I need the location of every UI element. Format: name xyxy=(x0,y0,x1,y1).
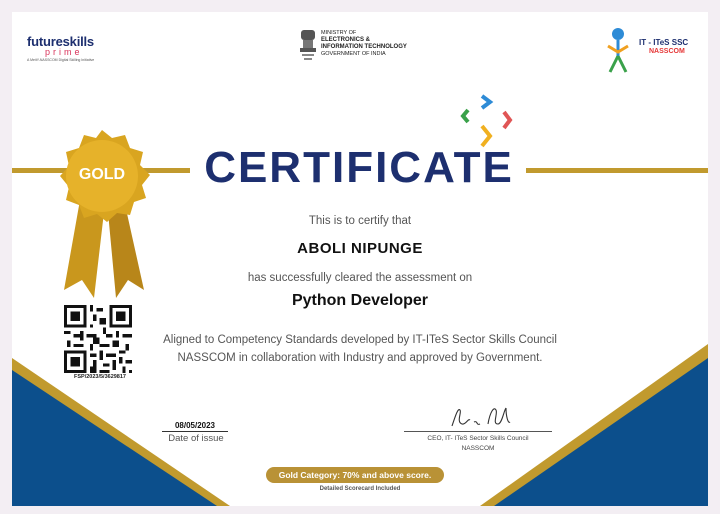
ssc-line-2: NASSCOM xyxy=(649,48,685,55)
ssc-line-1: IT - ITeS SSC xyxy=(639,38,689,47)
issue-date-label: Date of issue xyxy=(168,433,224,444)
certify-text: This is to certify that xyxy=(308,215,412,227)
ministry-logo: MINISTRY OF ELECTRONICS & INFORMATION TE… xyxy=(298,28,428,68)
cleared-text: has successfully cleared the assessment … xyxy=(247,272,473,284)
date-underline xyxy=(162,431,228,432)
ceo-signature xyxy=(451,407,511,427)
ministry-line-1: MINISTRY OF xyxy=(321,30,357,36)
ministry-line-3: INFORMATION TECHNOLOGY xyxy=(321,44,407,50)
ssc-figure-icon xyxy=(607,28,629,73)
scorecard-note: Detailed Scorecard Included xyxy=(319,486,401,492)
qr-certificate-id: FSP/2023/5/3629817 xyxy=(74,374,126,380)
certificate-title: CERTIFICATE xyxy=(204,143,514,192)
signature-line xyxy=(404,431,552,432)
certificate: futureskills prime A MeitY-NASSCOM Digit… xyxy=(12,12,708,506)
futureskills-tagline: A MeitY-NASSCOM Digital Skilling Initiat… xyxy=(27,58,95,62)
ministry-line-2: ELECTRONICS & xyxy=(321,37,371,43)
ssc-nasscom-logo: IT - ITeS SSC NASSCOM xyxy=(606,26,698,80)
signatory-title: CEO, IT- ITeS Sector Skills Council xyxy=(427,435,529,442)
signatory-org: NASSCOM xyxy=(461,445,495,452)
ministry-line-4: GOVERNMENT OF INDIA xyxy=(321,51,386,57)
gold-badge-label: GOLD xyxy=(78,166,126,183)
qr-code[interactable] xyxy=(64,305,132,373)
prime-wordmark: prime xyxy=(45,47,83,57)
issue-date: 08/05/2023 xyxy=(174,421,216,430)
title-line-right xyxy=(526,168,708,173)
gold-category-badge: Gold Category: 70% and above score. xyxy=(266,467,444,483)
national-emblem-icon xyxy=(300,30,316,60)
futureskills-logo: futureskills prime A MeitY-NASSCOM Digit… xyxy=(27,34,107,74)
recipient-name: ABOLI NIPUNGE xyxy=(297,240,423,257)
